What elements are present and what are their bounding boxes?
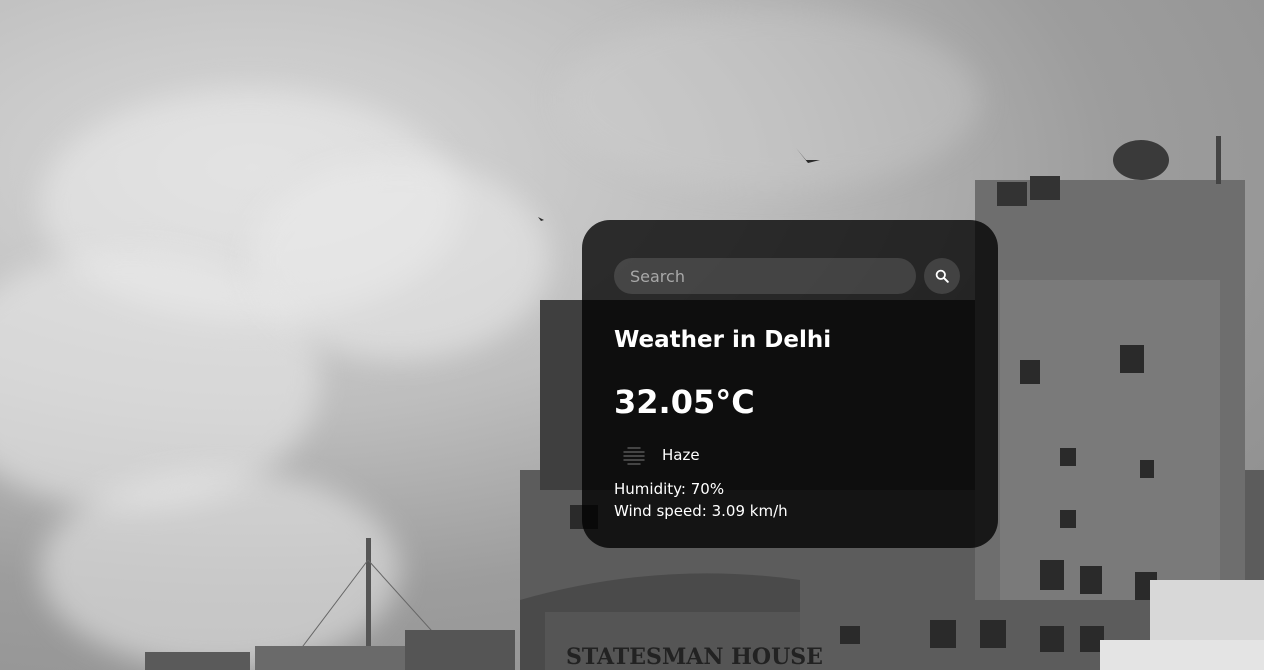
- search-input[interactable]: [614, 258, 916, 294]
- condition-row: Haze: [614, 440, 966, 470]
- background-scene: STATESMAN HOUSE Weather in Delhi 32.05°C: [0, 0, 1264, 670]
- building-sign-text: STATESMAN HOUSE: [566, 644, 823, 670]
- satellite-dish: [1113, 140, 1169, 180]
- haze-icon: [623, 447, 645, 465]
- bird: [796, 148, 820, 163]
- building-tower-side: [1000, 280, 1220, 600]
- search-icon: [935, 269, 949, 283]
- roof-pole: [1216, 136, 1221, 184]
- water-tank: [1030, 176, 1060, 200]
- low-building: [405, 630, 515, 670]
- temperature: 32.05°C: [614, 383, 755, 421]
- search-button[interactable]: [924, 258, 960, 294]
- search-bar: [614, 258, 966, 294]
- low-building: [145, 652, 250, 670]
- antenna-pole: [366, 538, 371, 650]
- water-tank: [997, 182, 1027, 206]
- weather-card: Weather in Delhi 32.05°C Haze Humidity: …: [582, 220, 998, 548]
- right-block-top: [1100, 640, 1264, 670]
- bird: [538, 217, 544, 221]
- city-title: Weather in Delhi: [614, 327, 832, 353]
- low-building: [255, 646, 415, 670]
- condition-text: Haze: [662, 446, 700, 464]
- humidity-text: Humidity: 70%: [614, 480, 725, 498]
- wind-speed-text: Wind speed: 3.09 km/h: [614, 502, 788, 520]
